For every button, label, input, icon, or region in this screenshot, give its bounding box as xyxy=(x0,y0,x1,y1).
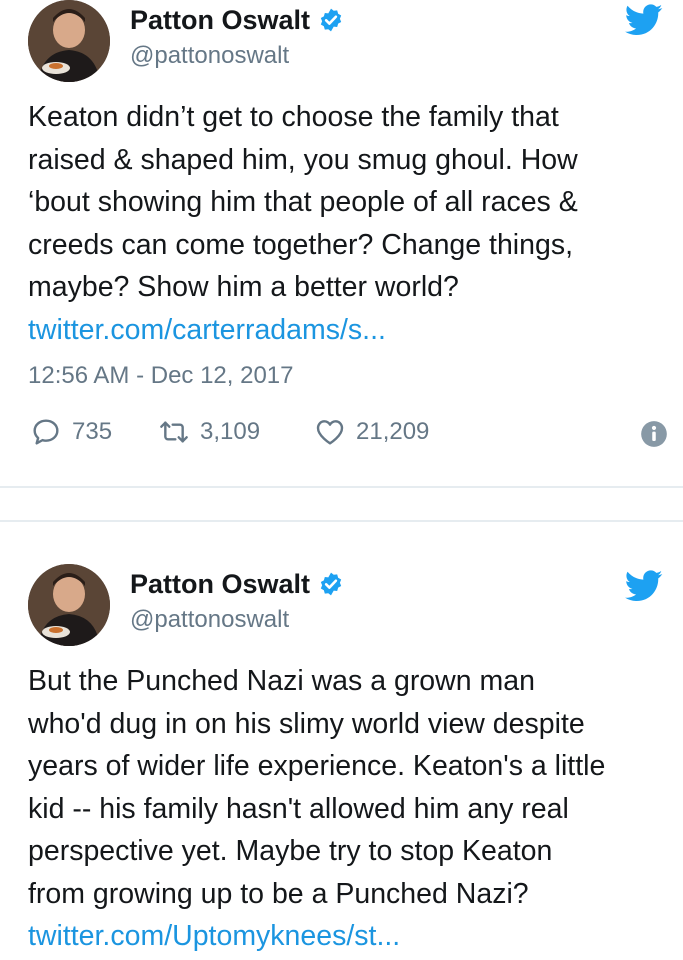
tweet-text: Keaton didn’t get to choose the family t… xyxy=(28,96,668,351)
info-icon[interactable] xyxy=(640,420,668,448)
tweet-separator xyxy=(0,486,683,522)
reply-count: 735 xyxy=(72,418,113,445)
retweet-count: 3,109 xyxy=(200,418,261,445)
tweet-link[interactable]: twitter.com/carterradams/s... xyxy=(28,314,386,346)
tweet-body: But the Punched Nazi was a grown man who… xyxy=(28,665,606,910)
retweet-icon xyxy=(160,421,188,443)
tweet-actions: 735 3,109 21,209 xyxy=(28,416,668,456)
like-button[interactable]: 21,209 xyxy=(314,416,429,448)
like-heart-icon xyxy=(316,420,344,445)
avatar[interactable] xyxy=(28,0,110,82)
verified-badge-icon xyxy=(320,572,342,596)
author-name-text: Patton Oswalt xyxy=(130,569,311,599)
like-count: 21,209 xyxy=(356,418,430,445)
twitter-bird-icon[interactable] xyxy=(625,4,663,36)
tweet-text: But the Punched Nazi was a grown man who… xyxy=(28,660,668,958)
author-name[interactable]: Patton Oswalt xyxy=(130,568,344,600)
tweet-timestamp[interactable]: 12:56 AM - Dec 12, 2017 xyxy=(28,362,294,390)
author-name-text: Patton Oswalt xyxy=(130,5,311,35)
retweet-button[interactable]: 3,109 xyxy=(158,416,260,448)
author-block[interactable]: Patton Oswalt @pattonoswalt xyxy=(130,568,344,634)
tweet-link[interactable]: twitter.com/Uptomyknees/st... xyxy=(28,920,400,952)
tweet-card[interactable]: Patton Oswalt @pattonoswalt Keaton didn’… xyxy=(0,0,683,486)
tweet-body: Keaton didn’t get to choose the family t… xyxy=(28,101,578,303)
author-block[interactable]: Patton Oswalt @pattonoswalt xyxy=(130,4,344,70)
reply-button[interactable]: 735 xyxy=(30,416,112,448)
verified-badge-icon xyxy=(320,8,342,32)
avatar[interactable] xyxy=(28,564,110,646)
author-handle[interactable]: @pattonoswalt xyxy=(130,606,344,634)
tweet-card[interactable]: Patton Oswalt @pattonoswalt But the Punc… xyxy=(0,524,683,960)
author-name[interactable]: Patton Oswalt xyxy=(130,4,344,36)
twitter-bird-icon[interactable] xyxy=(625,570,663,602)
reply-icon xyxy=(33,419,59,445)
author-handle[interactable]: @pattonoswalt xyxy=(130,42,344,70)
